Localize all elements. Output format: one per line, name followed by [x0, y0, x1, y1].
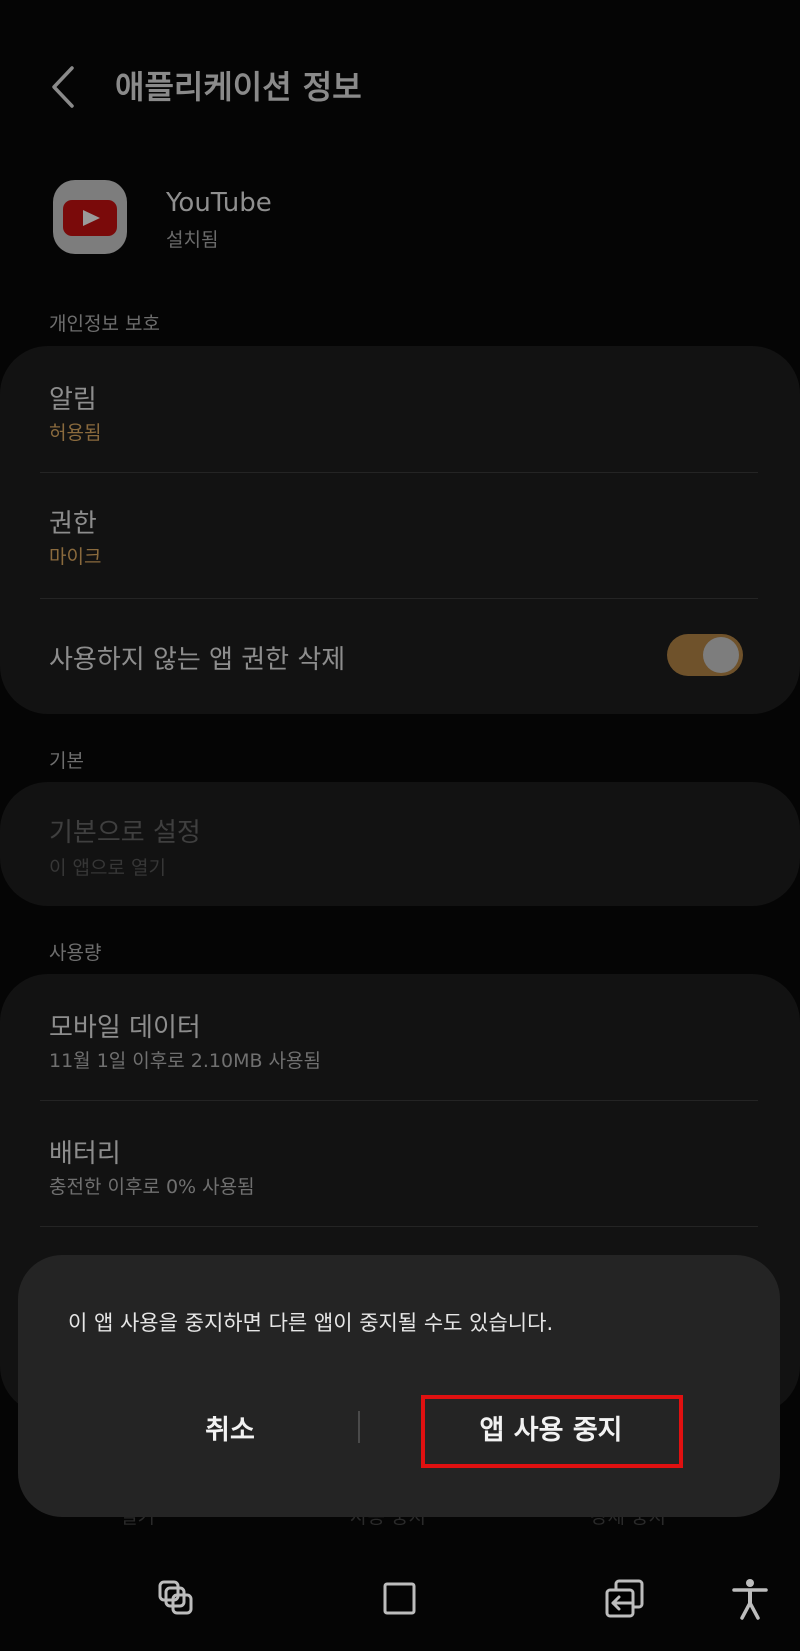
accessibility-button[interactable] [728, 1577, 772, 1621]
set-as-default-row[interactable]: 기본으로 설정 이 앱으로 열기 [0, 782, 800, 906]
play-icon [83, 210, 100, 226]
permissions-row[interactable]: 권한 마이크 [0, 473, 800, 597]
remove-unused-permissions-title: 사용하지 않는 앱 권한 삭제 [49, 645, 346, 675]
section-label-usage: 사용량 [49, 942, 102, 964]
navigation-bar [0, 1565, 800, 1651]
app-info-screen: 애플리케이션 정보 YouTube 설치됨 개인정보 보호 알림 허용됨 권한 … [0, 0, 800, 1651]
nav-back-button[interactable] [603, 1577, 647, 1621]
permissions-value: 마이크 [49, 546, 102, 568]
section-label-privacy: 개인정보 보호 [49, 313, 160, 335]
set-as-default-title: 기본으로 설정 [49, 818, 201, 848]
remove-unused-permissions-toggle[interactable] [667, 634, 743, 676]
youtube-app-icon [53, 180, 127, 254]
mobile-data-title: 모바일 데이터 [49, 1013, 201, 1043]
mobile-data-value: 11월 1일 이후로 2.10MB 사용됨 [49, 1050, 321, 1072]
permissions-title: 권한 [49, 509, 97, 539]
back-icon [605, 1579, 644, 1618]
recent-apps-button[interactable] [154, 1577, 198, 1621]
divider [40, 1226, 758, 1227]
cancel-button[interactable]: 취소 [80, 1397, 380, 1457]
set-as-default-value: 이 앱으로 열기 [49, 857, 166, 879]
toggle-knob [703, 637, 739, 673]
highlight-box [421, 1395, 683, 1468]
app-name: YouTube [166, 188, 272, 218]
page-title: 애플리케이션 정보 [115, 68, 362, 106]
button-separator [358, 1411, 360, 1443]
notifications-row[interactable]: 알림 허용됨 [0, 346, 800, 472]
section-label-default: 기본 [49, 750, 84, 772]
default-card: 기본으로 설정 이 앱으로 열기 [0, 782, 800, 906]
dialog-message: 이 앱 사용을 중지하면 다른 앱이 중지될 수도 있습니다. [68, 1311, 554, 1335]
app-status: 설치됨 [166, 229, 219, 251]
home-icon [383, 1582, 416, 1615]
recent-apps-icon [158, 1580, 193, 1615]
battery-title: 배터리 [49, 1139, 121, 1169]
battery-row[interactable]: 배터리 충전한 이후로 0% 사용됨 [0, 1101, 800, 1225]
mobile-data-row[interactable]: 모바일 데이터 11월 1일 이후로 2.10MB 사용됨 [0, 974, 800, 1100]
home-button[interactable] [378, 1577, 422, 1621]
notifications-title: 알림 [49, 385, 97, 415]
back-button[interactable] [44, 62, 84, 112]
notifications-value: 허용됨 [49, 422, 102, 444]
chevron-left-icon [52, 66, 74, 108]
battery-value: 충전한 이후로 0% 사용됨 [49, 1176, 255, 1198]
accessibility-icon [732, 1579, 768, 1620]
disable-app-dialog: 이 앱 사용을 중지하면 다른 앱이 중지될 수도 있습니다. 취소 앱 사용 … [18, 1255, 780, 1517]
